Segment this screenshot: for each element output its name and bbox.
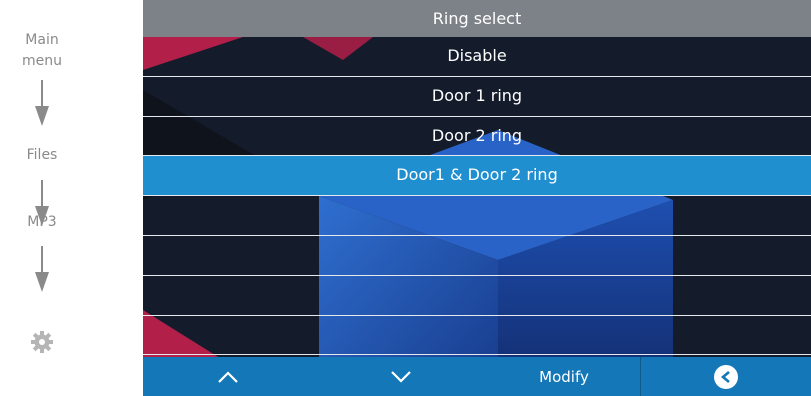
back-button[interactable] <box>640 357 811 396</box>
breadcrumb-main-menu: Main menu <box>22 32 62 69</box>
arrow-down-icon <box>35 80 49 126</box>
list-item-disable[interactable]: Disable <box>143 37 811 77</box>
list-item-empty[interactable] <box>143 196 811 236</box>
modify-button[interactable]: Modify <box>488 357 640 396</box>
list-item-door1-door2-ring[interactable]: Door1 & Door 2 ring <box>143 156 811 197</box>
bottom-toolbar: Modify <box>143 357 811 396</box>
breadcrumb: Main menu Files MP3 <box>0 0 143 396</box>
list-item-door1-ring[interactable]: Door 1 ring <box>143 77 811 117</box>
chevron-up-icon <box>218 370 238 383</box>
list-item-empty[interactable] <box>143 276 811 316</box>
list-item-empty[interactable] <box>143 236 811 276</box>
gear-icon <box>31 331 53 353</box>
scroll-down-button[interactable] <box>313 357 488 396</box>
breadcrumb-mp3: MP3 <box>27 214 57 230</box>
device-screen: Ring select Disable Door 1 ring Door 2 r… <box>143 0 811 396</box>
chevron-down-icon <box>390 370 411 383</box>
chevron-left-icon <box>720 370 730 383</box>
page-title: Ring select <box>143 0 811 37</box>
list-item-door2-ring[interactable]: Door 2 ring <box>143 117 811 157</box>
arrow-down-icon <box>35 246 49 292</box>
scroll-up-button[interactable] <box>143 357 313 396</box>
breadcrumb-files: Files <box>26 147 58 163</box>
list-item-empty[interactable] <box>143 316 811 356</box>
ring-option-list: Disable Door 1 ring Door 2 ring Door1 & … <box>143 37 811 356</box>
back-circle-icon <box>714 364 738 389</box>
